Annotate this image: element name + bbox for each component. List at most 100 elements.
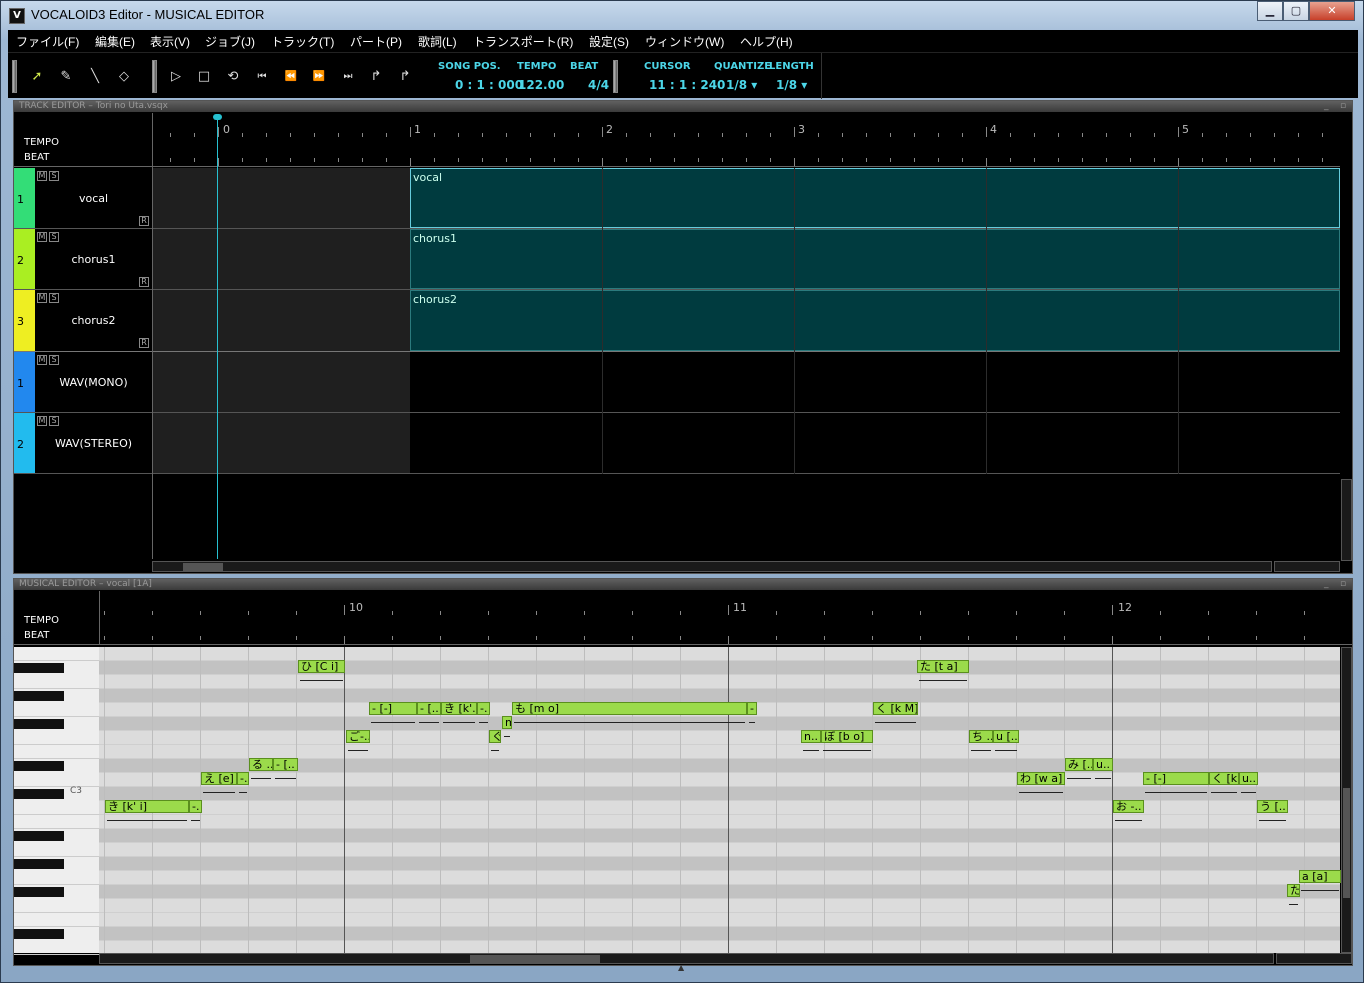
piano-keyboard[interactable] (14, 647, 99, 955)
note-block[interactable]: - [-] (369, 702, 417, 715)
toolbar-grip[interactable] (152, 60, 157, 93)
title-bar[interactable]: V VOCALOID3 Editor - MUSICAL EDITOR ▁ ▢ … (1, 1, 1363, 29)
note-block[interactable]: ぼ [b o] (821, 730, 873, 743)
track-name[interactable]: vocal (35, 192, 152, 205)
fast-forward-icon[interactable]: ⏩ (308, 67, 330, 87)
pitch-row[interactable] (99, 675, 1340, 689)
black-key[interactable] (14, 887, 64, 897)
white-key[interactable] (14, 731, 99, 745)
rewind-icon[interactable]: ⏪ (280, 67, 302, 87)
pitch-row[interactable] (99, 661, 1340, 675)
track-name[interactable]: WAV(MONO) (35, 376, 152, 389)
white-key[interactable] (14, 745, 99, 759)
panel-minimize-icon[interactable]: _ (1324, 579, 1329, 589)
tempo-value[interactable]: 122.00 (518, 78, 564, 92)
note-block[interactable]: も [m o] (512, 702, 747, 715)
play-icon[interactable]: ▷ (165, 67, 187, 87)
playhead-line[interactable] (217, 115, 218, 559)
loop-icon[interactable]: ⟲ (222, 67, 244, 87)
menu-transport[interactable]: トランスポート(R) (473, 33, 573, 50)
white-key[interactable] (14, 703, 99, 717)
note-block[interactable]: -. (477, 702, 490, 715)
pencil-tool-icon[interactable]: ✎ (55, 67, 77, 87)
note-block[interactable]: ひ [C i] (298, 660, 345, 673)
track-row[interactable]: 2 M S WAV(STEREO) (14, 413, 1340, 474)
menu-view[interactable]: 表示(V) (150, 33, 190, 50)
piano-vertical-scrollbar[interactable] (1341, 647, 1352, 953)
solo-button[interactable]: S (49, 293, 59, 303)
pitch-row[interactable] (99, 815, 1340, 829)
part-block[interactable]: chorus1 (410, 229, 1340, 289)
pitch-row[interactable] (99, 829, 1340, 843)
note-block[interactable]: - (747, 702, 757, 715)
white-key[interactable] (14, 843, 99, 857)
close-button[interactable]: ✕ (1309, 1, 1355, 21)
start-marker-icon[interactable]: ↱ (365, 67, 387, 87)
white-key[interactable] (14, 941, 99, 955)
solo-button[interactable]: S (49, 355, 59, 365)
black-key[interactable] (14, 719, 64, 729)
pitch-row[interactable] (99, 927, 1340, 941)
note-block[interactable]: u.. (1093, 758, 1113, 771)
zoom-slider[interactable] (1274, 561, 1340, 572)
mute-button[interactable]: M (37, 416, 47, 426)
quantize-select[interactable]: 1/8 ▾ (726, 78, 757, 92)
note-block[interactable]: お -.. (1113, 800, 1144, 813)
white-key[interactable] (14, 773, 99, 787)
white-key[interactable] (14, 815, 99, 829)
note-block[interactable]: る .. (249, 758, 273, 771)
track-ruler[interactable]: TEMPO BEAT 0 1 2 3 4 5 (14, 113, 1340, 167)
panel-minimize-icon[interactable]: _ (1324, 101, 1329, 111)
solo-button[interactable]: S (49, 416, 59, 426)
piano-horizontal-scrollbar[interactable] (99, 953, 1274, 964)
note-block[interactable]: - [.. (417, 702, 441, 715)
note-block[interactable]: ち .. (969, 730, 993, 743)
track-row[interactable]: 3 M S chorus2 R chorus2 (14, 290, 1340, 352)
note-block[interactable]: き [k'.. (441, 702, 477, 715)
pitch-row[interactable] (99, 885, 1340, 899)
black-key[interactable] (14, 663, 64, 673)
black-key[interactable] (14, 789, 64, 799)
note-block[interactable]: u.. (1239, 772, 1258, 785)
note-block[interactable]: み [.. (1065, 758, 1093, 771)
pitch-row[interactable] (99, 689, 1340, 703)
pitch-row[interactable] (99, 843, 1340, 857)
note-block[interactable]: ご-.. (346, 730, 370, 743)
white-key[interactable] (14, 647, 99, 661)
note-block[interactable]: く [k M] (873, 702, 918, 715)
track-name[interactable]: WAV(STEREO) (35, 437, 152, 450)
track-vertical-scrollbar[interactable] (1341, 479, 1352, 561)
zoom-slider[interactable] (1276, 953, 1352, 964)
playhead-marker-icon[interactable] (213, 114, 222, 120)
note-block[interactable]: た [t a] (917, 660, 969, 673)
menu-lyrics[interactable]: 歌詞(L) (418, 33, 457, 50)
mute-button[interactable]: M (37, 232, 47, 242)
black-key[interactable] (14, 929, 64, 939)
beat-value[interactable]: 4/4 (588, 78, 609, 92)
note-block[interactable]: - [-] (1143, 772, 1209, 785)
note-block[interactable]: う [.. (1257, 800, 1288, 813)
eraser-tool-icon[interactable]: ◇ (113, 67, 135, 87)
note-block[interactable]: え [e] (201, 772, 237, 785)
solo-button[interactable]: S (49, 232, 59, 242)
pitch-row[interactable] (99, 899, 1340, 913)
pitch-row[interactable] (99, 647, 1340, 661)
black-key[interactable] (14, 831, 64, 841)
pitch-row[interactable] (99, 871, 1340, 885)
menu-settings[interactable]: 設定(S) (589, 33, 629, 50)
part-block[interactable]: chorus2 (410, 290, 1340, 351)
go-to-end-icon[interactable]: ⏭ (337, 67, 359, 87)
black-key[interactable] (14, 859, 64, 869)
menu-help[interactable]: ヘルプ(H) (740, 33, 793, 50)
white-key[interactable] (14, 871, 99, 885)
panel-maximize-icon[interactable]: ▫ (1340, 101, 1346, 111)
note-block[interactable]: き [k' i] (105, 800, 189, 813)
arrow-tool-icon[interactable]: ➚ (26, 67, 48, 87)
note-block[interactable]: -. (189, 800, 202, 813)
menu-file[interactable]: ファイル(F) (16, 33, 79, 50)
pitch-row[interactable] (99, 731, 1340, 745)
note-block[interactable]: -.. (237, 772, 249, 785)
note-block[interactable]: た (1287, 884, 1300, 897)
song-pos-value[interactable]: 0 : 1 : 000 (455, 78, 523, 92)
note-block[interactable]: a [a] (1299, 870, 1341, 883)
